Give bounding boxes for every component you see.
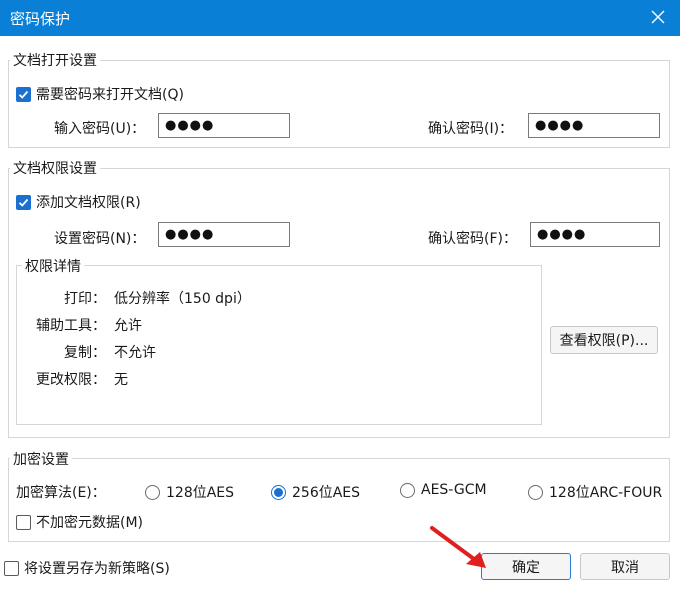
radio-aes-gcm-label: AES-GCM <box>421 482 487 498</box>
radio-128-arc-four-label: 128位ARC-FOUR <box>549 485 663 501</box>
permission-details-title: 权限详情 <box>22 256 84 276</box>
radio-128-aes-label: 128位AES <box>166 485 235 501</box>
radio-option-256-aes[interactable]: 256位AES <box>271 482 360 502</box>
close-icon <box>651 10 665 24</box>
set-password-field[interactable]: ●●●● <box>158 222 290 247</box>
add-permission-checkbox[interactable] <box>16 194 31 210</box>
no-encrypt-metadata-label: 不加密元数据(M) <box>36 515 144 531</box>
permission-key-copy: 复制： <box>64 345 106 361</box>
window-title: 密码保护 <box>10 10 71 28</box>
encryption-settings-title: 加密设置 <box>10 449 72 469</box>
view-permissions-button[interactable]: 查看权限(P)... <box>550 326 658 354</box>
enter-password-field[interactable]: ●●●● <box>158 113 290 138</box>
require-password-checkbox-row[interactable]: 需要密码来打开文档(Q) <box>16 84 184 104</box>
radio-option-128-arc-four[interactable]: 128位ARC-FOUR <box>528 482 662 502</box>
check-icon <box>18 198 29 207</box>
add-permission-checkbox-row[interactable]: 添加文档权限(R) <box>16 192 141 212</box>
annotation-arrow-icon <box>430 526 486 568</box>
radio-selected-dot <box>274 487 283 497</box>
permission-value-print: 低分辨率（150 dpi） <box>114 291 251 307</box>
require-password-label: 需要密码来打开文档(Q) <box>36 87 184 103</box>
open-settings-title: 文档打开设置 <box>10 50 100 70</box>
confirm-open-password-label: 确认密码(I)： <box>428 121 514 137</box>
permission-key-print: 打印： <box>64 291 106 307</box>
title-bar: 密码保护 <box>0 0 680 36</box>
radio-256-aes[interactable] <box>271 484 286 500</box>
permission-value-change: 无 <box>114 372 128 388</box>
save-as-policy-label: 将设置另存为新策略(S) <box>24 561 170 577</box>
confirm-permission-password-label: 确认密码(F)： <box>428 231 517 247</box>
permission-key-accessibility: 辅助工具： <box>36 318 106 334</box>
radio-256-aes-label: 256位AES <box>292 485 361 501</box>
add-permission-label: 添加文档权限(R) <box>36 195 141 211</box>
radio-option-aes-gcm[interactable]: AES-GCM <box>400 482 487 498</box>
radio-128-arc-four[interactable] <box>528 484 543 500</box>
confirm-permission-password-field[interactable]: ●●●● <box>530 222 660 247</box>
no-encrypt-metadata-checkbox[interactable] <box>16 514 31 530</box>
save-as-policy-row[interactable]: 将设置另存为新策略(S) <box>4 558 170 578</box>
radio-128-aes[interactable] <box>145 484 160 500</box>
radio-option-128-aes[interactable]: 128位AES <box>145 482 234 502</box>
no-encrypt-metadata-row[interactable]: 不加密元数据(M) <box>16 512 143 532</box>
permission-key-change: 更改权限： <box>36 372 106 388</box>
save-as-policy-checkbox[interactable] <box>4 560 19 576</box>
cancel-button[interactable]: 取消 <box>580 553 670 580</box>
permission-value-accessibility: 允许 <box>114 318 142 334</box>
encryption-algorithm-label: 加密算法(E)： <box>16 485 106 501</box>
radio-aes-gcm[interactable] <box>400 482 415 498</box>
set-password-label: 设置密码(N)： <box>54 231 146 247</box>
permission-value-copy: 不允许 <box>114 345 156 361</box>
confirm-open-password-field[interactable]: ●●●● <box>528 113 660 138</box>
permission-settings-title: 文档权限设置 <box>10 158 100 178</box>
require-password-checkbox[interactable] <box>16 86 31 102</box>
check-icon <box>18 90 29 99</box>
close-button[interactable] <box>644 3 672 31</box>
enter-password-label: 输入密码(U)： <box>54 121 146 137</box>
